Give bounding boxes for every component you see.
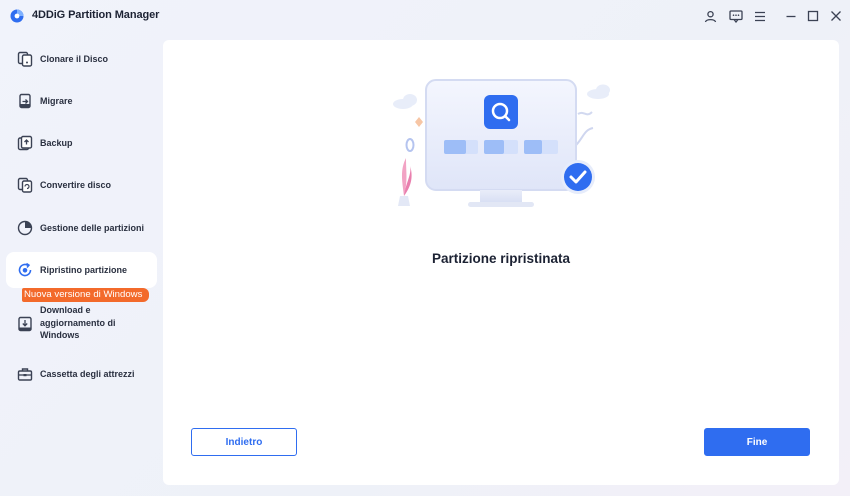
account-icon[interactable] — [702, 8, 718, 24]
sidebar-item-clone-disk[interactable]: Clonare il Disco — [6, 41, 157, 77]
sidebar-item-label: Backup — [40, 138, 73, 148]
recovery-complete-illustration — [388, 70, 628, 220]
back-button[interactable]: Indietro — [191, 428, 297, 456]
sidebar-item-migrate[interactable]: Migrare — [6, 83, 157, 119]
toolbox-icon — [17, 366, 33, 382]
new-windows-version-badge: Nuova versione di Windows — [22, 288, 149, 302]
feedback-icon[interactable] — [728, 8, 744, 24]
sidebar-item-label: Cassetta degli attrezzi — [40, 369, 135, 379]
maximize-icon[interactable] — [805, 8, 821, 24]
sidebar-item-toolbox[interactable]: Cassetta degli attrezzi — [6, 356, 157, 392]
sidebar-item-windows-download[interactable]: Download e aggiornamento di Windows — [6, 302, 157, 346]
app-title: 4DDiG Partition Manager — [32, 9, 160, 21]
clone-disk-icon — [17, 51, 33, 67]
sidebar: Clonare il Disco Migrare Backup Converti… — [0, 36, 163, 496]
menu-icon[interactable] — [752, 8, 768, 24]
close-icon[interactable] — [828, 8, 844, 24]
sidebar-item-label: Clonare il Disco — [40, 54, 109, 64]
minimize-icon[interactable] — [783, 8, 799, 24]
partition-recovery-icon — [17, 262, 33, 278]
sidebar-item-partition-recovery[interactable]: Ripristino partizione — [6, 252, 157, 288]
finish-button[interactable]: Fine — [704, 428, 810, 456]
title-bar: 4DDiG Partition Manager — [0, 0, 850, 32]
app-logo-icon — [10, 9, 24, 23]
main-panel: Partizione ripristinata Indietro Fine — [163, 40, 839, 485]
convert-disk-icon — [17, 177, 33, 193]
sidebar-item-convert-disk[interactable]: Convertire disco — [6, 167, 157, 203]
sidebar-item-label: Migrare — [40, 96, 73, 106]
sidebar-item-label: Download e aggiornamento di Windows — [40, 305, 116, 340]
sidebar-item-label: Gestione delle partizioni — [40, 223, 145, 233]
status-title: Partizione ripristinata — [431, 251, 571, 266]
sidebar-item-backup[interactable]: Backup — [6, 125, 157, 161]
sidebar-item-label: Convertire disco — [40, 180, 112, 190]
sidebar-item-label: Ripristino partizione — [40, 265, 128, 275]
partition-pie-icon — [17, 220, 33, 236]
sidebar-item-partition-management[interactable]: Gestione delle partizioni — [6, 210, 157, 246]
backup-icon — [17, 135, 33, 151]
migrate-icon — [17, 93, 33, 109]
windows-download-icon — [17, 316, 33, 332]
